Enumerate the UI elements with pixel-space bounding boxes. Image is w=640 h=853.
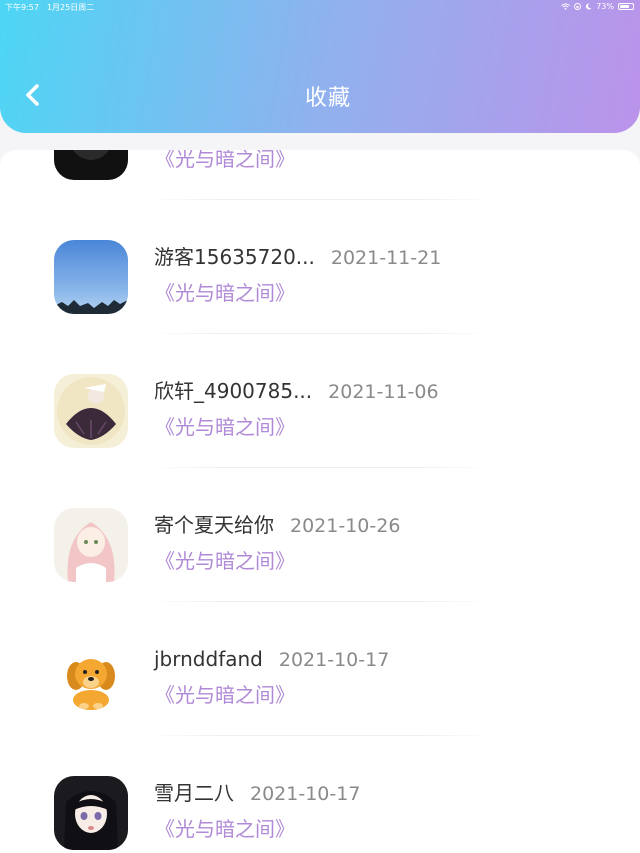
status-bar: 下午9:57 1月25日周二 73% [0,0,640,14]
divider [150,735,490,736]
status-time: 下午9:57 [5,3,39,12]
header: 下午9:57 1月25日周二 73% 收藏 [0,0,640,133]
book-title[interactable]: 《光与暗之间》 [155,415,295,439]
user-name[interactable]: jbrnddfand [154,647,263,671]
moon-icon [586,3,592,10]
battery-icon [618,3,634,10]
divider [150,333,490,334]
book-title[interactable]: 《光与暗之间》 [155,150,295,171]
divider [150,199,490,200]
favorite-date: 2021-10-17 [250,783,361,805]
user-name[interactable]: 雪月二八 [154,781,234,805]
sky-avatar[interactable] [54,240,128,314]
favorite-date: 2021-10-26 [290,515,401,537]
list-item[interactable]: 欣轩_4900785... 2021-11-06 《光与暗之间》 [0,335,640,469]
favorites-list-card[interactable]: 《光与暗之间》 游客15635720... 2021-11-21 《光与暗之间》… [0,150,640,853]
wifi-icon [561,3,571,10]
favorites-list: 《光与暗之间》 游客15635720... 2021-11-21 《光与暗之间》… [0,150,640,853]
favorites-screen: 《光与暗之间》 游客15635720... 2021-11-21 《光与暗之间》… [0,0,640,853]
favorite-date: 2021-10-17 [278,649,390,671]
battery-percent: 73% [596,2,614,11]
page-title: 收藏 [304,86,351,111]
list-item[interactable]: 寄个夏天给你 2021-10-26 《光与暗之间》 [0,469,640,603]
list-item[interactable]: jbrnddfand 2021-10-17 《光与暗之间》 [0,603,640,737]
puppy-avatar[interactable] [54,642,128,716]
status-date: 1月25日周二 [46,3,95,12]
dark-avatar[interactable] [54,150,128,180]
pink-hair-girl-avatar[interactable] [54,508,128,582]
book-title[interactable]: 《光与暗之间》 [155,549,295,573]
divider [150,601,490,602]
lock-rotation-icon [574,3,582,10]
book-title[interactable]: 《光与暗之间》 [155,817,295,841]
book-title[interactable]: 《光与暗之间》 [155,683,295,707]
favorite-date: 2021-11-06 [328,381,439,403]
user-name[interactable]: 游客15635720... [154,245,315,269]
book-title[interactable]: 《光与暗之间》 [155,281,295,305]
list-item[interactable]: 《光与暗之间》 [0,150,640,201]
dark-hair-girl-avatar[interactable] [54,776,128,850]
favorite-date: 2021-11-21 [330,247,442,269]
user-name[interactable]: 欣轩_4900785... [154,379,312,403]
list-item[interactable]: 雪月二八 2021-10-17 《光与暗之间》 [0,737,640,853]
dark-dress-girl-avatar[interactable] [54,374,128,448]
list-item[interactable]: 游客15635720... 2021-11-21 《光与暗之间》 [0,201,640,335]
divider [150,467,490,468]
user-name[interactable]: 寄个夏天给你 [154,513,274,537]
